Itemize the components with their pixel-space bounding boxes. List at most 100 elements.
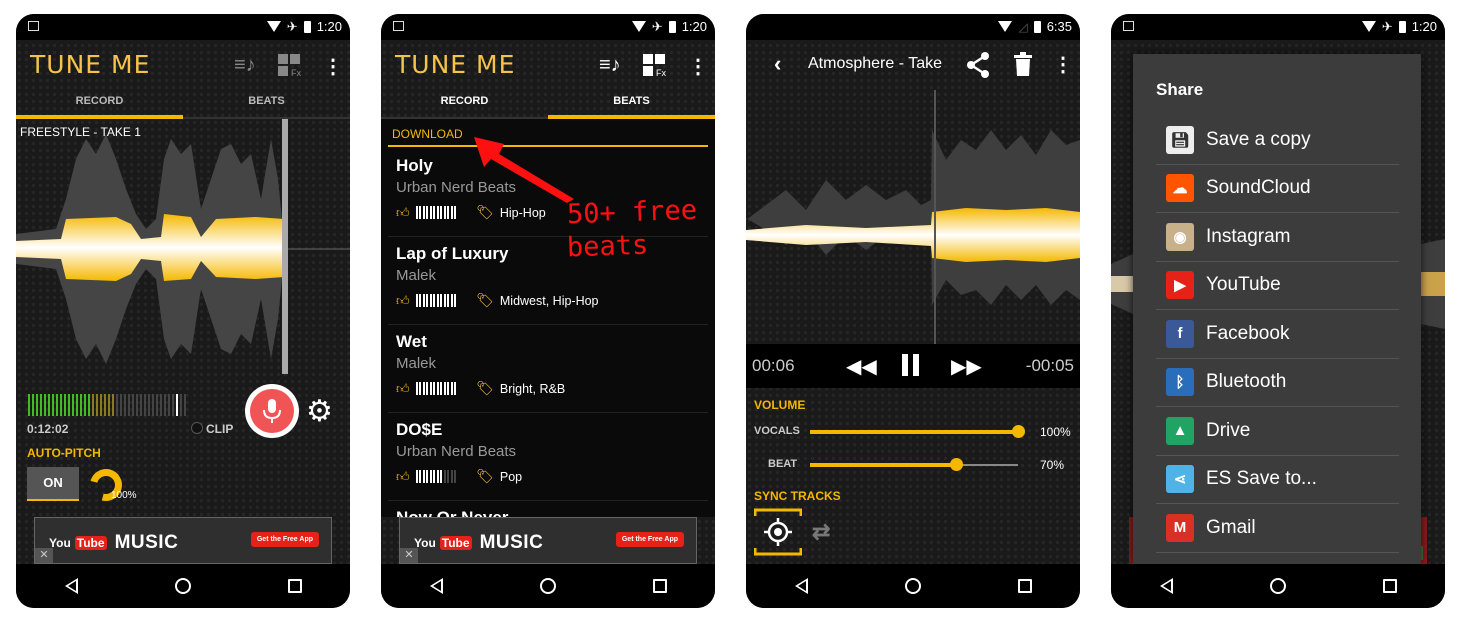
tab-beats[interactable]: BEATS: [548, 90, 715, 119]
nav-recents-icon[interactable]: [287, 579, 302, 593]
overflow-menu-icon[interactable]: ⋮: [323, 54, 343, 79]
image-notification-icon: [393, 21, 404, 31]
share-option-label: YouTube: [1206, 274, 1281, 296]
pause-icon[interactable]: [902, 354, 922, 376]
delete-trash-icon[interactable]: [1014, 52, 1032, 81]
waveform[interactable]: [746, 90, 1080, 344]
meter-bar: [124, 394, 126, 416]
share-option-label: Drive: [1206, 419, 1251, 441]
share-option-drive[interactable]: ▲ Drive: [1156, 407, 1399, 456]
rating-bar: [454, 294, 457, 307]
beat-list-item[interactable]: DO$E Urban Nerd Beats 👍︎ 🏷︎ Pop: [388, 413, 708, 501]
rating-bar: [415, 470, 418, 483]
ad-close-icon[interactable]: ✕: [35, 548, 53, 563]
nav-recents-icon[interactable]: [1017, 579, 1032, 593]
share-option-label: Save a copy: [1206, 128, 1311, 150]
fast-forward-icon[interactable]: ▶▶: [951, 354, 982, 379]
share-icon[interactable]: [966, 52, 990, 83]
pitch-amount-value: 100%: [111, 490, 137, 501]
nav-back-icon[interactable]: [1159, 578, 1173, 594]
nav-back-icon[interactable]: [794, 578, 808, 594]
overflow-menu-icon[interactable]: ⋮: [688, 54, 708, 79]
rating-bar: [447, 382, 450, 395]
nav-recents-icon[interactable]: [652, 579, 667, 593]
nav-home-icon[interactable]: [174, 578, 191, 594]
overflow-menu-icon[interactable]: ⋮: [1053, 52, 1073, 77]
share-option-instagram[interactable]: ◉ Instagram: [1156, 213, 1399, 262]
beat-list-item[interactable]: Now Or Never👍︎🏷︎: [388, 501, 708, 517]
vocals-slider-knob[interactable]: [1012, 425, 1025, 438]
share-option-facebook[interactable]: f Facebook: [1156, 310, 1399, 359]
fx-icon[interactable]: Fx: [278, 54, 302, 83]
rating-bar: [433, 294, 436, 307]
transport-bar: 00:06 ◀◀ ▶▶ -00:05: [746, 344, 1080, 388]
beat-volume-slider[interactable]: [810, 458, 1018, 471]
annotation-text-line1: 50+ free: [566, 194, 698, 231]
meter-bar: [52, 394, 54, 416]
app-title: TUNE ME: [30, 50, 151, 79]
tab-record[interactable]: RECORD: [381, 90, 548, 119]
nav-back-icon[interactable]: [429, 578, 443, 594]
ad-cta-button[interactable]: Get the Free App: [250, 532, 319, 547]
swap-tracks-icon[interactable]: ⇄: [812, 519, 830, 545]
nav-home-icon[interactable]: [904, 578, 921, 594]
meter-bar: [152, 394, 154, 416]
beat-name: Now Or Never: [396, 508, 700, 517]
status-bar: ✈ 1:20: [16, 14, 350, 40]
beat-genre: Pop: [499, 469, 523, 484]
beats-list[interactable]: DOWNLOAD Holy Urban Nerd Beats 👍︎ 🏷︎ Hip-Hop…: [381, 119, 715, 517]
record-button[interactable]: [245, 384, 299, 438]
settings-gear-icon[interactable]: ⚙: [306, 397, 333, 427]
share-option-youtube[interactable]: ▶ YouTube: [1156, 262, 1399, 310]
beat-list-item[interactable]: Wet Malek 👍︎ 🏷︎ Bright, R&B: [388, 325, 708, 413]
beat-slider-knob[interactable]: [949, 458, 963, 471]
rating-bar: [422, 206, 425, 219]
playlist-icon[interactable]: ≡♪: [599, 54, 621, 77]
ad-close-icon[interactable]: ✕: [400, 548, 418, 563]
nav-recents-icon[interactable]: [1382, 579, 1397, 593]
vocals-label: VOCALS: [754, 425, 800, 437]
back-arrow-icon[interactable]: ‹: [774, 51, 781, 77]
share-option-save[interactable]: 💾︎ Save a copy: [1156, 116, 1399, 165]
airplane-icon: ✈: [286, 19, 298, 34]
rating-bar: [454, 206, 457, 219]
tag-icon: 🏷︎: [476, 468, 494, 484]
ad-banner[interactable]: You Tube MUSIC Get the Free App ✕: [399, 517, 697, 564]
meter-bar: [148, 394, 150, 416]
nav-home-icon[interactable]: [1269, 578, 1286, 594]
beat-list-item[interactable]: Lap of Luxury Malek 👍︎ 🏷︎ Midwest, Hip-Hop: [388, 237, 708, 325]
nav-back-icon[interactable]: [64, 578, 78, 594]
share-option-soundcloud[interactable]: ☁ SoundCloud: [1156, 165, 1399, 213]
nav-bar: [746, 564, 1080, 608]
nav-home-icon[interactable]: [539, 578, 556, 594]
meter-bar: [176, 394, 178, 416]
vocals-volume-slider[interactable]: [810, 425, 1025, 438]
share-option-label: SoundCloud: [1206, 177, 1311, 199]
take-label: FREESTYLE - TAKE 1: [20, 125, 141, 139]
meter-bar: [168, 394, 170, 416]
rating-bar: [440, 470, 443, 483]
app-bar: ‹ Atmosphere - Take ⋮: [746, 40, 1080, 90]
sync-target-button[interactable]: [753, 508, 803, 556]
ad-banner[interactable]: You Tube MUSIC Get the Free App ✕: [34, 517, 332, 564]
signal-icon: ◿: [1018, 19, 1028, 34]
youtube-music-logo: You Tube MUSIC: [414, 532, 544, 553]
rating-bar: [454, 470, 457, 483]
auto-pitch-toggle[interactable]: ON: [27, 467, 79, 501]
fx-icon[interactable]: Fx: [643, 54, 667, 83]
share-option-es-save[interactable]: ⋖ ES Save to...: [1156, 456, 1399, 504]
meter-bar: [140, 394, 142, 416]
rating-bar: [440, 206, 443, 219]
beat-genre: Midwest, Hip-Hop: [499, 293, 599, 308]
ad-cta-button[interactable]: Get the Free App: [615, 532, 684, 547]
share-option-gmail[interactable]: M Gmail: [1156, 504, 1399, 553]
tab-record[interactable]: RECORD: [16, 90, 183, 119]
tab-beats[interactable]: BEATS: [183, 90, 350, 119]
nav-bar: [1111, 564, 1445, 608]
playlist-icon[interactable]: ≡♪: [234, 54, 256, 77]
battery-icon: [1398, 20, 1406, 33]
rewind-icon[interactable]: ◀◀: [846, 354, 877, 379]
share-option-bluetooth[interactable]: ᛒ Bluetooth: [1156, 359, 1399, 407]
status-bar: ◿ 6:35: [746, 14, 1080, 40]
waveform[interactable]: FREESTYLE - TAKE 1: [16, 119, 350, 379]
